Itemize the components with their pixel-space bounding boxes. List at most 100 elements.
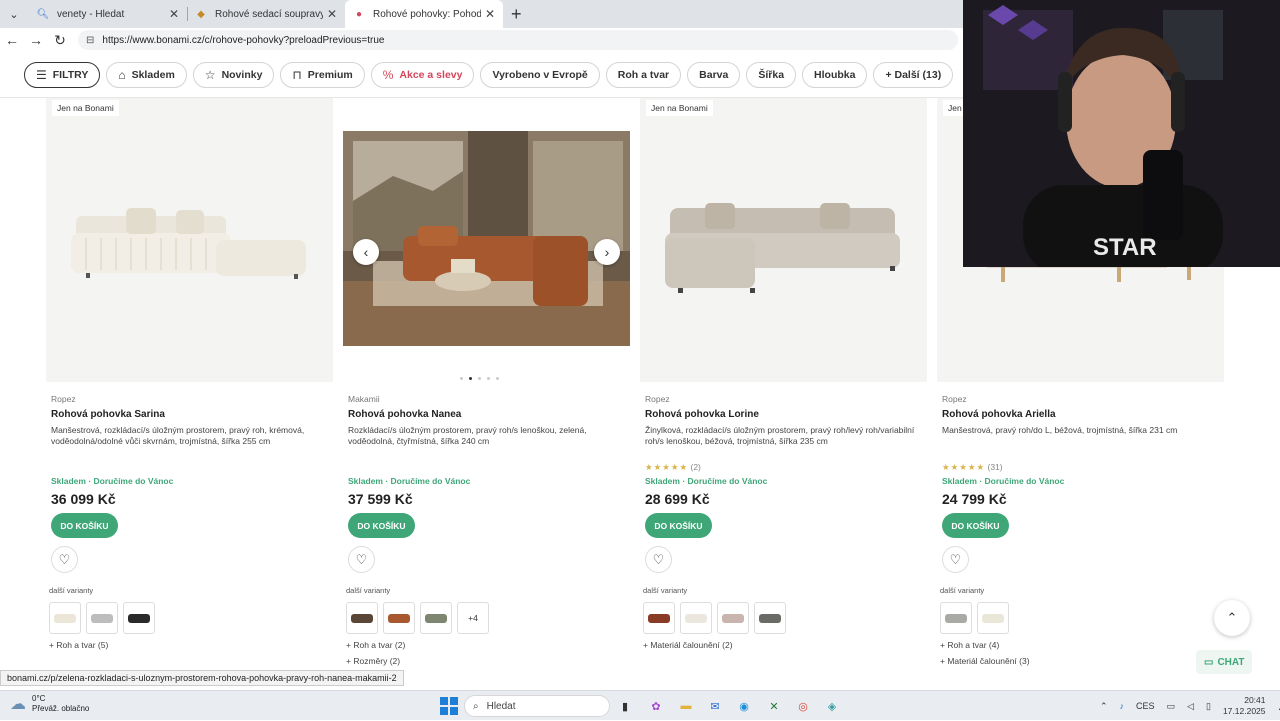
add-to-cart-button[interactable]: DO KOŠÍKU xyxy=(942,513,1009,538)
chrome-icon[interactable]: ◎ xyxy=(793,696,813,716)
more-options-link[interactable]: + Materiál čalounění (2) xyxy=(643,640,733,650)
windows-start-icon[interactable] xyxy=(440,697,458,715)
tab-sedaci-soupravy[interactable]: ◆ Rohové sedací soupravy - malé, ve ✕ xyxy=(187,0,345,28)
product-brand[interactable]: Ropez xyxy=(942,394,967,404)
variant-swatch[interactable] xyxy=(940,602,972,634)
variant-swatch[interactable] xyxy=(754,602,786,634)
more-options-link[interactable]: + Roh a tvar (5) xyxy=(49,640,108,650)
back-icon[interactable]: ← xyxy=(0,32,24,48)
product-brand[interactable]: Makamii xyxy=(348,394,380,404)
variant-swatch[interactable] xyxy=(86,602,118,634)
product-brand[interactable]: Ropez xyxy=(645,394,670,404)
heart-icon[interactable]: ♡ xyxy=(645,546,672,573)
carousel-dot[interactable] xyxy=(478,377,481,380)
variant-swatch[interactable] xyxy=(123,602,155,634)
outlook-icon[interactable]: ✉ xyxy=(705,696,725,716)
heart-icon[interactable]: ♡ xyxy=(51,546,78,573)
product-image[interactable]: ‹ › xyxy=(343,98,630,382)
product-image[interactable]: Jen na Bonami xyxy=(640,98,927,382)
tab-search[interactable]: 🔍︎ venety - Hledat ✕ xyxy=(29,0,187,28)
network-icon[interactable]: ▭ xyxy=(1167,701,1176,712)
taskbar-search[interactable]: ⌕ Hledat xyxy=(464,695,610,717)
variant-swatch[interactable] xyxy=(977,602,1009,634)
prev-image-button[interactable]: ‹ xyxy=(353,239,379,265)
tab-list-icon[interactable]: ⌄ xyxy=(3,3,25,25)
variant-swatch[interactable] xyxy=(420,602,452,634)
carousel-dot[interactable] xyxy=(496,377,499,380)
copilot-icon[interactable]: ✿ xyxy=(646,696,666,716)
reload-icon[interactable]: ↻ xyxy=(48,32,72,49)
add-to-cart-button[interactable]: DO KOŠÍKU xyxy=(645,513,712,538)
filter-premium[interactable]: ⊓Premium xyxy=(280,62,364,88)
filter-more[interactable]: + Další (13) xyxy=(873,62,953,88)
forward-icon[interactable]: → xyxy=(24,32,48,48)
close-icon[interactable]: ✕ xyxy=(485,7,495,21)
battery-icon[interactable]: ▯ xyxy=(1206,701,1211,712)
carousel-dot[interactable] xyxy=(460,377,463,380)
filters-button[interactable]: ☰FILTRY xyxy=(24,62,100,88)
product-rating[interactable]: ★★★★★ (2) xyxy=(645,462,701,473)
more-options-link[interactable]: + Roh a tvar (4) xyxy=(940,640,999,650)
excel-icon[interactable]: ✕ xyxy=(764,696,784,716)
new-tab-icon[interactable]: + xyxy=(511,4,522,25)
filter-corner-shape[interactable]: Roh a tvar xyxy=(606,62,681,88)
product-brand[interactable]: Ropez xyxy=(51,394,76,404)
task-view-icon[interactable]: ▮ xyxy=(615,696,635,716)
close-icon[interactable]: ✕ xyxy=(327,7,337,21)
more-variants-button[interactable]: +4 xyxy=(457,602,489,634)
url-field[interactable]: ⊟ https://www.bonami.cz/c/rohove-pohovky… xyxy=(78,30,958,50)
product-card: Jen na Bonami Ropez Rohová pohovka Sarin… xyxy=(46,98,333,670)
carousel-dot[interactable] xyxy=(469,377,472,380)
variant-swatch[interactable] xyxy=(643,602,675,634)
add-to-cart-button[interactable]: DO KOŠÍKU xyxy=(51,513,118,538)
close-icon[interactable]: ✕ xyxy=(169,7,179,21)
add-to-cart-button[interactable]: DO KOŠÍKU xyxy=(348,513,415,538)
filter-depth[interactable]: Hloubka xyxy=(802,62,867,88)
filter-label: Premium xyxy=(308,69,353,81)
product-name[interactable]: Rohová pohovka Ariella xyxy=(942,409,1056,420)
product-name[interactable]: Rohová pohovka Lorine xyxy=(645,409,759,420)
volume-icon[interactable]: ◁ xyxy=(1187,701,1194,712)
app-icon[interactable]: ◈ xyxy=(822,696,842,716)
filter-color[interactable]: Barva xyxy=(687,62,740,88)
product-name[interactable]: Rohová pohovka Sarina xyxy=(51,409,165,420)
clock[interactable]: 20:41 17.12.2025 xyxy=(1223,695,1266,717)
product-image[interactable]: Jen na Bonami xyxy=(46,98,333,382)
filter-new[interactable]: ☆Novinky xyxy=(193,62,275,88)
more-options-link[interactable]: + Rozměry (2) xyxy=(346,656,400,666)
file-explorer-icon[interactable]: ▬ xyxy=(676,696,696,716)
product-name[interactable]: Rohová pohovka Nanea xyxy=(348,409,461,420)
next-image-button[interactable]: › xyxy=(594,239,620,265)
heart-icon[interactable]: ♡ xyxy=(942,546,969,573)
product-price: 28 699 Kč xyxy=(645,491,710,507)
tab-title: Rohové sedací soupravy - malé, ve xyxy=(215,9,323,20)
filter-in-stock[interactable]: ⌂Skladem xyxy=(106,62,186,88)
clock-date: 17.12.2025 xyxy=(1223,706,1266,717)
carousel-dot[interactable] xyxy=(487,377,490,380)
stock-status: Skladem · Doručíme do Vánoc xyxy=(645,476,767,486)
variant-swatch[interactable] xyxy=(680,602,712,634)
variant-swatch[interactable] xyxy=(717,602,749,634)
heart-icon[interactable]: ♡ xyxy=(348,546,375,573)
filter-sale[interactable]: %Akce a slevy xyxy=(371,62,475,88)
microphone-icon[interactable]: ♪ xyxy=(1120,701,1125,711)
more-options-link[interactable]: + Materiál čalounění (3) xyxy=(940,656,1030,666)
more-options-link[interactable]: + Roh a tvar (2) xyxy=(346,640,405,650)
variant-swatch[interactable] xyxy=(49,602,81,634)
variant-swatch[interactable] xyxy=(346,602,378,634)
edge-icon[interactable]: ◉ xyxy=(734,696,754,716)
product-price: 36 099 Kč xyxy=(51,491,116,507)
language-indicator[interactable]: CES xyxy=(1136,701,1155,711)
tray-overflow-icon[interactable]: ⌃ xyxy=(1100,701,1108,712)
product-rating[interactable]: ★★★★★ (31) xyxy=(942,462,1003,473)
chat-button[interactable]: ▭CHAT xyxy=(1196,650,1252,674)
tab-rohove-pohovky[interactable]: ● Rohové pohovky: Pohodlné a desi ✕ xyxy=(345,0,503,28)
scroll-to-top-button[interactable]: ⌃ xyxy=(1214,600,1250,636)
site-info-icon[interactable]: ⊟ xyxy=(86,35,94,46)
weather-widget[interactable]: ☁ 0°C Převáž. oblačno xyxy=(10,694,89,714)
tab-title: Rohové pohovky: Pohodlné a desi xyxy=(373,9,481,20)
product-description: Žinylková, rozkládací/s úložným prostore… xyxy=(645,425,922,447)
filter-made-in-europe[interactable]: Vyrobeno v Evropě xyxy=(480,62,599,88)
filter-width[interactable]: Šířka xyxy=(746,62,796,88)
variant-swatch[interactable] xyxy=(383,602,415,634)
